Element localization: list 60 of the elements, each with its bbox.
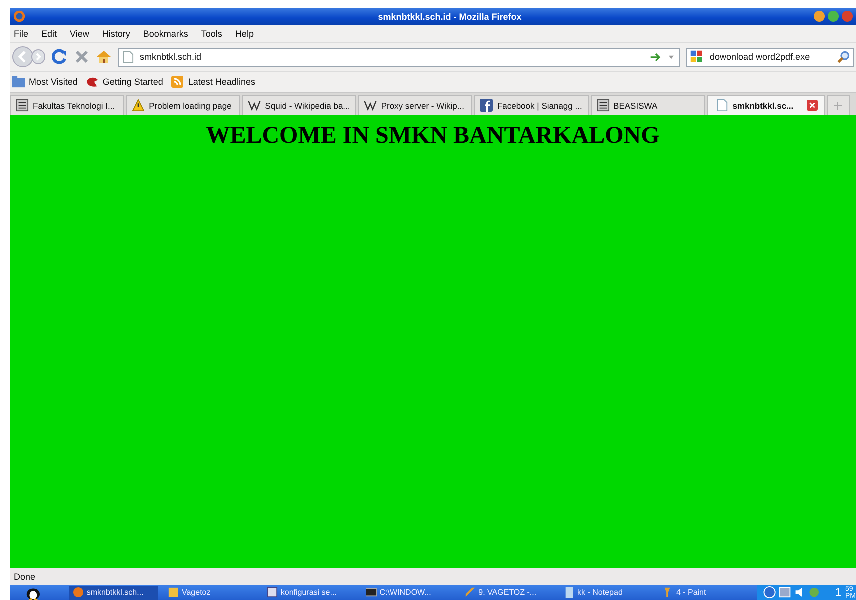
menu-item[interactable]: Help: [235, 28, 254, 38]
address-field[interactable]: smknbtkl.sch.id: [118, 48, 680, 66]
w-icon: [248, 99, 262, 112]
bird-icon: [86, 76, 99, 88]
app-icon: [464, 587, 476, 598]
warning-icon: [132, 99, 146, 112]
go-arrow-icon[interactable]: [650, 52, 662, 62]
minimize-button[interactable]: [814, 11, 825, 22]
menu-item[interactable]: History: [102, 28, 130, 38]
back-forward-button[interactable]: [12, 46, 46, 68]
dropdown-icon[interactable]: [668, 54, 675, 60]
browser-tab[interactable]: smknbtkkl.sc...: [706, 95, 825, 115]
close-tab-icon[interactable]: [806, 100, 818, 111]
browser-tab[interactable]: Proxy server - Wikip...: [358, 95, 472, 115]
w-icon: [364, 99, 378, 112]
search-engine-icon[interactable]: [690, 50, 704, 64]
browser-tab[interactable]: Squid - Wikipedia ba...: [242, 95, 356, 115]
taskbar-button[interactable]: C:\WINDOW...: [362, 586, 455, 600]
app-icon: [266, 587, 278, 598]
taskbar-button[interactable]: kk - Notepad: [560, 586, 652, 600]
feed-icon: [171, 76, 184, 88]
taskbar-button[interactable]: smknbtkkl.sch...: [68, 586, 158, 600]
bookmark-item[interactable]: Latest Headlines: [171, 76, 256, 88]
site-icon: [16, 99, 29, 112]
clock-hour: 1: [835, 586, 842, 598]
menu-item[interactable]: Tools: [201, 28, 222, 38]
menu-item[interactable]: File: [14, 28, 29, 38]
stop-icon[interactable]: [74, 49, 90, 65]
home-icon[interactable]: [96, 49, 112, 65]
reload-icon[interactable]: [52, 49, 68, 65]
bookmark-item[interactable]: Getting Started: [86, 76, 164, 88]
page-heading: WELCOME IN SMKN BANTARKALONG: [206, 123, 660, 150]
menu-item[interactable]: Edit: [42, 28, 58, 38]
app-icon: [168, 587, 179, 598]
f-logo-icon: [480, 99, 494, 112]
search-field[interactable]: dowonload word2pdf.exe: [686, 48, 854, 66]
browser-tab[interactable]: Fakultas Teknologi I...: [10, 95, 124, 115]
site-icon: [596, 99, 610, 112]
taskbar-button[interactable]: Vagetoz: [164, 586, 257, 600]
firefox-icon: [13, 10, 26, 23]
taskbar-button[interactable]: 4 - Paint: [658, 586, 752, 600]
app-icon: [72, 587, 84, 598]
window-title: smknbtkkl.sch.id - Mozilla Firefox: [377, 12, 523, 22]
browser-tab[interactable]: Problem loading page: [126, 95, 240, 115]
bookmark-item[interactable]: Most Visited: [12, 76, 78, 88]
plus-icon: [833, 100, 844, 110]
search-icon[interactable]: [837, 50, 850, 64]
browser-tab[interactable]: Facebook | Sianagg ...: [474, 95, 589, 115]
maximize-button[interactable]: [828, 11, 839, 22]
folder-icon: [12, 76, 25, 88]
menu-item[interactable]: View: [70, 28, 90, 38]
app-icon: [564, 587, 575, 598]
page-icon: [123, 50, 134, 64]
browser-tab[interactable]: BEASISWA: [590, 95, 705, 115]
page-icon: [716, 99, 729, 112]
status-text: Done: [14, 572, 36, 582]
menu-item[interactable]: Bookmarks: [143, 28, 188, 38]
taskbar-button[interactable]: konfigurasi se...: [262, 586, 356, 600]
app-icon: [366, 587, 377, 598]
taskbar-button[interactable]: 9. VAGETOZ -...: [460, 586, 554, 600]
